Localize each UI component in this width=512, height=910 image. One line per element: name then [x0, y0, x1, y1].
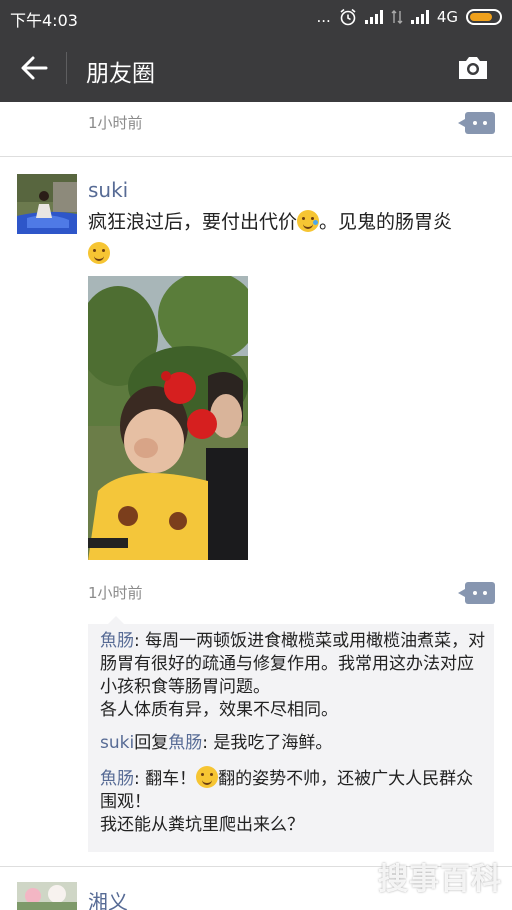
status-time: 下午4:03 — [10, 11, 78, 30]
comments-box: 魚肠: 每周一两顿饭进食橄榄菜或用橄榄油煮菜，对肠胃有很好的疏通与修复作用。我常… — [88, 616, 494, 852]
avatar-image — [17, 882, 77, 910]
battery-icon — [466, 9, 502, 25]
comment-separator: : — [134, 631, 146, 651]
post-time: 1小时前 — [88, 584, 143, 602]
status-icons: ... 4G — [317, 7, 502, 27]
post-text: 疯狂浪过后，要付出代价 。见鬼的肠胃炎 — [88, 206, 498, 270]
relieved-emoji-icon — [88, 242, 110, 264]
moments-feed: 1小时前 suki 疯狂浪过后，要付出代价 。见鬼的肠胃炎 1小时前 魚肠: 每… — [0, 102, 512, 910]
post-author[interactable]: suki — [88, 178, 128, 202]
camera-icon[interactable] — [456, 54, 490, 82]
avatar[interactable] — [17, 174, 77, 234]
comment-author[interactable]: 魚肠 — [100, 769, 134, 789]
comment-author[interactable]: suki — [100, 733, 134, 753]
post-time: 1小时前 — [88, 114, 143, 132]
avatar[interactable] — [17, 882, 77, 910]
alarm-icon — [340, 8, 356, 26]
network-type: 4G — [436, 8, 458, 26]
comment-action-button[interactable] — [458, 112, 495, 134]
laughing-emoji-icon — [196, 766, 219, 788]
post-photo[interactable] — [88, 276, 248, 560]
comment-text: 是我吃了海鲜。 — [213, 733, 333, 753]
post-photo-image — [88, 276, 248, 560]
status-bar: 下午4:03 ... 4G — [0, 0, 512, 34]
comment-action-button[interactable] — [458, 582, 495, 604]
comment-author[interactable]: 魚肠 — [100, 631, 134, 651]
post-text-part2: 。见鬼的肠胃炎 — [319, 211, 453, 233]
more-dots: ... — [316, 8, 331, 26]
data-arrows-icon — [391, 10, 403, 24]
comment-item[interactable]: suki回复魚肠: 是我吃了海鲜。 — [100, 732, 490, 755]
comment-text: 每周一两顿饭进食橄榄菜或用橄榄油煮菜，对肠胃有很好的疏通与修复作用。我常用这办法… — [100, 631, 486, 720]
post-text-part1: 疯狂浪过后，要付出代价 — [88, 211, 298, 233]
avatar-image — [17, 174, 77, 234]
page-title: 朋友圈 — [86, 61, 155, 87]
comment-item[interactable]: 魚肠: 翻车！ 翻的姿势不帅，还被广大人民群众围观！ 我还能从粪坑里爬出来么？ — [100, 766, 490, 837]
comment-separator: : — [134, 769, 146, 789]
watermark: 搜事百科 — [378, 862, 502, 897]
reply-target[interactable]: 魚肠 — [168, 733, 202, 753]
nav-bar: 朋友圈 — [0, 34, 512, 102]
reply-word: 回复 — [134, 733, 169, 753]
comment-text-part1: 翻车！ — [145, 769, 197, 789]
post-divider — [0, 156, 512, 157]
nav-divider — [66, 52, 67, 84]
signal-icon — [364, 10, 383, 24]
comment-item[interactable]: 魚肠: 每周一两顿饭进食橄榄菜或用橄榄油煮菜，对肠胃有很好的疏通与修复作用。我常… — [100, 630, 490, 722]
back-arrow-icon[interactable] — [20, 54, 48, 82]
tears-of-joy-emoji-icon — [297, 210, 320, 232]
post-author[interactable]: 湘义 — [88, 886, 128, 910]
comment-separator: : — [202, 733, 214, 753]
signal-icon-2 — [410, 10, 429, 24]
